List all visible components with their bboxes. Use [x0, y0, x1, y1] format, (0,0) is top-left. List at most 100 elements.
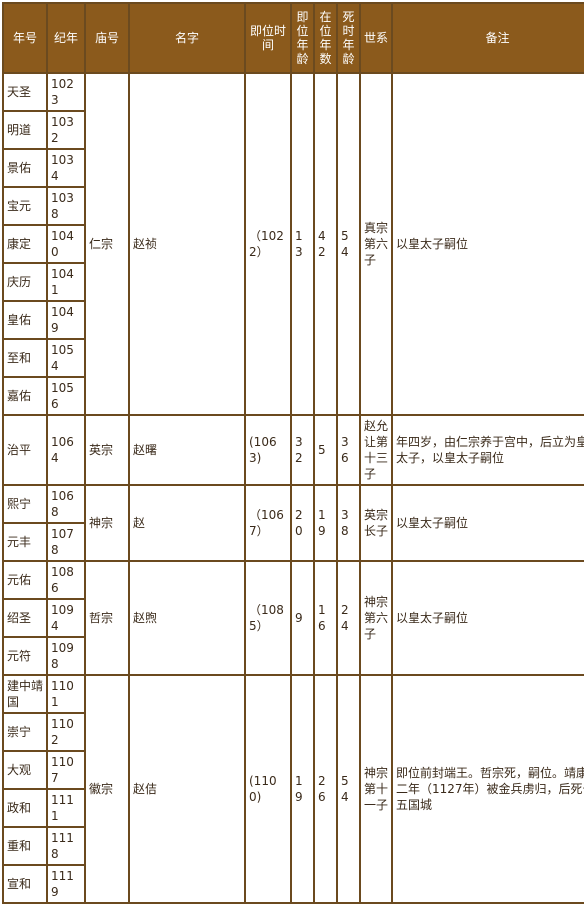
header-accession-age: 即位年龄 [292, 4, 313, 72]
era-cell: 景佑 [4, 150, 46, 186]
lineage-cell: 赵允让第十三子 [361, 416, 391, 484]
accession-time-cell: (1100) [246, 676, 290, 902]
era-cell: 治平 [4, 416, 46, 484]
year-cell: 1040 [48, 226, 84, 262]
death-age-cell: 24 [338, 562, 359, 674]
lineage-cell: 神宗第十一子 [361, 676, 391, 902]
header-reign-years: 在位年数 [315, 4, 336, 72]
era-cell: 元符 [4, 638, 46, 674]
year-cell: 1086 [48, 562, 84, 598]
header-temple: 庙号 [86, 4, 128, 72]
emperor-table: 年号 纪年 庙号 名字 即位时间 即位年龄 在位年数 死时年龄 世系 备注 天圣… [2, 2, 584, 904]
year-cell: 1054 [48, 340, 84, 376]
era-cell: 大观 [4, 752, 46, 788]
year-cell: 1023 [48, 74, 84, 110]
name-cell: 赵佶 [130, 676, 244, 902]
table-row: 天圣 1023 仁宗 赵祯 （1022） 13 42 54 真宗第六子 以皇太子嗣位 [4, 74, 584, 414]
header-era: 年号 [4, 4, 46, 72]
notes-cell: 以皇太子嗣位 [393, 74, 584, 414]
era-cell: 元丰 [4, 524, 46, 560]
year-cell: 1041 [48, 264, 84, 300]
lineage-cell: 神宗第六子 [361, 562, 391, 674]
era-cell: 绍圣 [4, 600, 46, 636]
header-notes: 备注 [393, 4, 584, 72]
table-body: 天圣 1023 仁宗 赵祯 （1022） 13 42 54 真宗第六子 以皇太子嗣位 明道 1032 景… [4, 74, 584, 902]
notes-cell: 以皇太子嗣位 [393, 562, 584, 674]
death-age-cell: 36 [338, 416, 359, 484]
year-cell: 1111 [48, 790, 84, 826]
era-cell: 重和 [4, 828, 46, 864]
year-cell: 1078 [48, 524, 84, 560]
year-cell: 1034 [48, 150, 84, 186]
header-accession-time: 即位时间 [246, 4, 290, 72]
notes-cell: 以皇太子嗣位 [393, 486, 584, 560]
death-age-cell: 54 [338, 676, 359, 902]
name-cell: 赵祯 [130, 74, 244, 414]
name-cell: 赵曙 [130, 416, 244, 484]
header-name: 名字 [130, 4, 244, 72]
year-cell: 1038 [48, 188, 84, 224]
era-cell: 嘉佑 [4, 378, 46, 414]
table-row: 元佑 1086 哲宗 赵煦 （1085） 9 16 24 神宗第六子 以皇太子嗣位 [4, 562, 584, 674]
lineage-cell: 英宗长子 [361, 486, 391, 560]
accession-time-cell: (1063) [246, 416, 290, 484]
year-cell: 1107 [48, 752, 84, 788]
year-cell: 1068 [48, 486, 84, 522]
era-cell: 皇佑 [4, 302, 46, 338]
era-cell: 元佑 [4, 562, 46, 598]
death-age-cell: 54 [338, 74, 359, 414]
year-cell: 1049 [48, 302, 84, 338]
header-death-age: 死时年龄 [338, 4, 359, 72]
name-cell: 赵煦 [130, 562, 244, 674]
era-cell: 熙宁 [4, 486, 46, 522]
notes-cell: 即位前封端王。哲宗死，嗣位。靖康二年（1127年）被金兵虏归，后死于五国城 [393, 676, 584, 902]
era-cell: 庆历 [4, 264, 46, 300]
era-cell: 宣和 [4, 866, 46, 902]
year-cell: 1102 [48, 714, 84, 750]
accession-time-cell: （1085） [246, 562, 290, 674]
year-cell: 1119 [48, 866, 84, 902]
temple-cell: 仁宗 [86, 74, 128, 414]
header-row: 年号 纪年 庙号 名字 即位时间 即位年龄 在位年数 死时年龄 世系 备注 [4, 4, 584, 72]
table-row: 熙宁 1068 神宗赵（1067） 20 19 38 英宗长子 以皇太子嗣位 [4, 486, 584, 560]
temple-cell: 神宗 [86, 486, 128, 560]
accession-age-cell: 13 [292, 74, 313, 414]
year-cell: 1118 [48, 828, 84, 864]
lineage-cell: 真宗第六子 [361, 74, 391, 414]
year-cell: 1064 [48, 416, 84, 484]
year-cell: 1094 [48, 600, 84, 636]
temple-cell: 徽宗 [86, 676, 128, 902]
temple-cell: 英宗 [86, 416, 128, 484]
era-cell: 明道 [4, 112, 46, 148]
page: 年号 纪年 庙号 名字 即位时间 即位年龄 在位年数 死时年龄 世系 备注 天圣… [0, 0, 584, 906]
reign-years-cell: 19 [315, 486, 336, 560]
accession-age-cell: 9 [292, 562, 313, 674]
temple-cell: 哲宗 [86, 562, 128, 674]
reign-years-cell: 16 [315, 562, 336, 674]
accession-age-cell: 19 [292, 676, 313, 902]
accession-age-cell: 20 [292, 486, 313, 560]
era-cell: 至和 [4, 340, 46, 376]
table-row: 治平 1064 英宗 赵曙 (1063) 32 5 36 赵允让第十三子 年四岁，由仁宗养于宫中，… [4, 416, 584, 484]
accession-age-cell: 32 [292, 416, 313, 484]
era-cell: 宝元 [4, 188, 46, 224]
reign-years-cell: 42 [315, 74, 336, 414]
notes-cell: 年四岁，由仁宗养于宫中，后立为皇太子，以皇太子嗣位 [393, 416, 584, 484]
reign-years-cell: 5 [315, 416, 336, 484]
era-cell: 康定 [4, 226, 46, 262]
year-cell: 1101 [48, 676, 84, 712]
era-cell: 天圣 [4, 74, 46, 110]
era-cell: 政和 [4, 790, 46, 826]
accession-time-cell: （1022） [246, 74, 290, 414]
year-cell: 1056 [48, 378, 84, 414]
name-cell: 赵 [130, 486, 244, 560]
header-lineage: 世系 [361, 4, 391, 72]
era-cell: 建中靖国 [4, 676, 46, 712]
header-year: 纪年 [48, 4, 84, 72]
year-cell: 1032 [48, 112, 84, 148]
reign-years-cell: 26 [315, 676, 336, 902]
table-row: 建中靖国 1101 徽宗 赵佶 (1100) 19 26 54 神宗第十一子 即位前封端王。哲宗死… [4, 676, 584, 902]
year-cell: 1098 [48, 638, 84, 674]
death-age-cell: 38 [338, 486, 359, 560]
era-cell: 崇宁 [4, 714, 46, 750]
